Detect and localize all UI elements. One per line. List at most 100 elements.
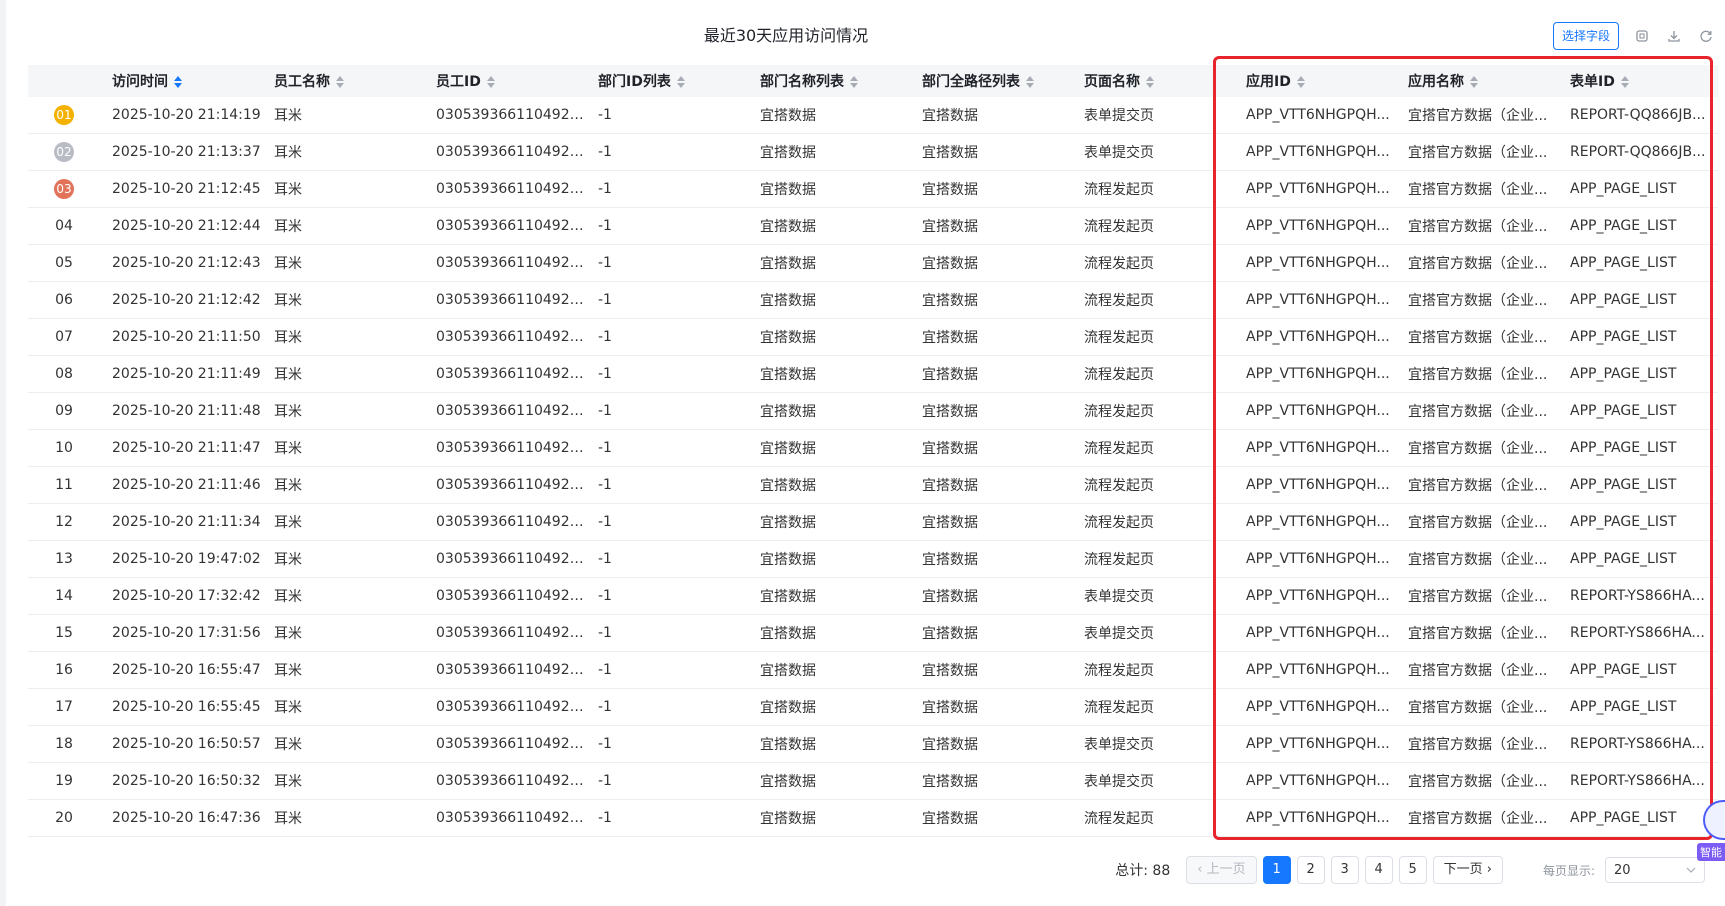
page-2-button[interactable]: 2 — [1296, 856, 1325, 884]
rank-badge-gold: 01 — [54, 105, 74, 125]
prev-page-button[interactable]: ‹ 上一页 — [1186, 856, 1257, 884]
cell-app-name: 宜搭官方数据（企业... — [1396, 688, 1558, 726]
cell-page-name: 表单提交页 — [1072, 577, 1234, 615]
cell-visit-time: 2025-10-20 16:50:57 — [100, 725, 262, 763]
cell-employee-name: 耳米 — [262, 281, 424, 319]
cell-dept-ids: -1 — [586, 540, 748, 578]
header-dept-path-list[interactable]: 部门全路径列表 — [910, 65, 1072, 97]
sort-icon[interactable] — [336, 76, 344, 88]
cell-page-name: 表单提交页 — [1072, 614, 1234, 652]
cell-dept-ids: -1 — [586, 725, 748, 763]
header-employee-name[interactable]: 员工名称 — [262, 65, 424, 97]
row-index-cell: 11 — [28, 466, 100, 504]
table-row: 09 2025-10-20 21:11:48 耳米 03053936611049… — [28, 392, 1718, 430]
table-row: 14 2025-10-20 17:32:42 耳米 03053936611049… — [28, 577, 1718, 615]
page-5-button[interactable]: 5 — [1398, 856, 1427, 884]
assistant-tag[interactable]: 智能 — [1697, 843, 1725, 861]
next-page-button[interactable]: 下一页 › — [1432, 856, 1503, 884]
header-employee-id[interactable]: 员工ID — [424, 65, 586, 97]
cell-page-name: 流程发起页 — [1072, 244, 1234, 282]
cell-app-name: 宜搭官方数据（企业... — [1396, 170, 1558, 208]
cell-employee-name: 耳米 — [262, 651, 424, 689]
row-index-cell: 09 — [28, 392, 100, 430]
refresh-icon[interactable] — [1697, 27, 1715, 45]
table-row: 18 2025-10-20 16:50:57 耳米 03053936611049… — [28, 725, 1718, 763]
row-index-cell: 03 — [28, 170, 100, 208]
cell-form-id: REPORT-YS866HA... — [1558, 762, 1718, 800]
cell-employee-name: 耳米 — [262, 688, 424, 726]
sort-icon[interactable] — [1470, 76, 1478, 88]
cell-page-name: 流程发起页 — [1072, 651, 1234, 689]
cell-dept-names: 宜搭数据 — [748, 540, 910, 578]
sort-icon[interactable] — [1620, 76, 1629, 88]
cell-dept-path: 宜搭数据 — [910, 799, 1072, 837]
row-index: 09 — [55, 403, 73, 419]
row-index: 20 — [55, 810, 73, 826]
cell-dept-names: 宜搭数据 — [748, 97, 910, 134]
cell-form-id: APP_PAGE_LIST — [1558, 466, 1718, 504]
header-dept-id-list[interactable]: 部门ID列表 — [586, 65, 748, 97]
cell-form-id: APP_PAGE_LIST — [1558, 392, 1718, 430]
table-row: 07 2025-10-20 21:11:50 耳米 03053936611049… — [28, 318, 1718, 356]
row-index-cell: 15 — [28, 614, 100, 652]
cell-app-name: 宜搭官方数据（企业... — [1396, 540, 1558, 578]
sort-icon[interactable] — [1296, 76, 1305, 88]
row-index: 17 — [55, 699, 73, 715]
cell-dept-names: 宜搭数据 — [748, 170, 910, 208]
page-3-button[interactable]: 3 — [1330, 856, 1359, 884]
row-index-cell: 06 — [28, 281, 100, 319]
sort-active-icon[interactable] — [174, 76, 182, 88]
cell-dept-names: 宜搭数据 — [748, 614, 910, 652]
cell-visit-time: 2025-10-20 21:11:47 — [100, 429, 262, 467]
cell-dept-ids: -1 — [586, 133, 748, 171]
header-dept-name-list[interactable]: 部门名称列表 — [748, 65, 910, 97]
cell-form-id: APP_PAGE_LIST — [1558, 244, 1718, 282]
cell-dept-names: 宜搭数据 — [748, 651, 910, 689]
select-fields-button[interactable]: 选择字段 — [1552, 22, 1619, 50]
cell-visit-time: 2025-10-20 21:11:34 — [100, 503, 262, 541]
cell-form-id: APP_PAGE_LIST — [1558, 281, 1718, 319]
page-4-button[interactable]: 4 — [1364, 856, 1393, 884]
cell-form-id: REPORT-QQ866JB... — [1558, 133, 1718, 171]
cell-form-id: APP_PAGE_LIST — [1558, 318, 1718, 356]
row-index-cell: 14 — [28, 577, 100, 615]
cell-dept-names: 宜搭数据 — [748, 133, 910, 171]
row-index: 11 — [55, 477, 73, 493]
header-app-name[interactable]: 应用名称 — [1396, 65, 1558, 97]
cell-form-id: REPORT-YS866HA... — [1558, 577, 1718, 615]
sort-icon[interactable] — [676, 76, 685, 88]
page-1-button[interactable]: 1 — [1262, 856, 1291, 884]
sort-icon[interactable] — [1146, 76, 1154, 88]
cell-visit-time: 2025-10-20 21:12:42 — [100, 281, 262, 319]
cell-employee-name: 耳米 — [262, 466, 424, 504]
row-index-cell: 02 — [28, 133, 100, 171]
cell-visit-time: 2025-10-20 16:55:45 — [100, 688, 262, 726]
cell-employee-id: 03053936611049248 — [424, 97, 586, 134]
row-index-cell: 10 — [28, 429, 100, 467]
cell-visit-time: 2025-10-20 21:11:48 — [100, 392, 262, 430]
cell-page-name: 流程发起页 — [1072, 170, 1234, 208]
cell-app-id: APP_VTT6NHGPQH... — [1234, 503, 1396, 541]
table-row: 17 2025-10-20 16:55:45 耳米 03053936611049… — [28, 688, 1718, 726]
row-index: 10 — [55, 440, 73, 456]
sort-icon[interactable] — [486, 76, 495, 88]
cell-dept-path: 宜搭数据 — [910, 540, 1072, 578]
cell-employee-name: 耳米 — [262, 725, 424, 763]
cell-page-name: 流程发起页 — [1072, 540, 1234, 578]
sort-icon[interactable] — [850, 76, 858, 88]
per-page-select[interactable]: 20 — [1605, 857, 1705, 883]
cell-employee-id: 03053936611049248 — [424, 355, 586, 393]
cell-dept-ids: -1 — [586, 688, 748, 726]
header-page-name[interactable]: 页面名称 — [1072, 65, 1234, 97]
header-app-id[interactable]: 应用ID — [1234, 65, 1396, 97]
fullscreen-icon[interactable] — [1633, 27, 1651, 45]
cell-dept-names: 宜搭数据 — [748, 207, 910, 245]
header-visit-time[interactable]: 访问时间 — [100, 65, 262, 97]
cell-form-id: APP_PAGE_LIST — [1558, 688, 1718, 726]
sort-icon[interactable] — [1026, 76, 1034, 88]
download-icon[interactable] — [1665, 27, 1683, 45]
cell-visit-time: 2025-10-20 19:47:02 — [100, 540, 262, 578]
header-form-id[interactable]: 表单ID — [1558, 65, 1718, 97]
cell-dept-ids: -1 — [586, 281, 748, 319]
cell-dept-path: 宜搭数据 — [910, 577, 1072, 615]
